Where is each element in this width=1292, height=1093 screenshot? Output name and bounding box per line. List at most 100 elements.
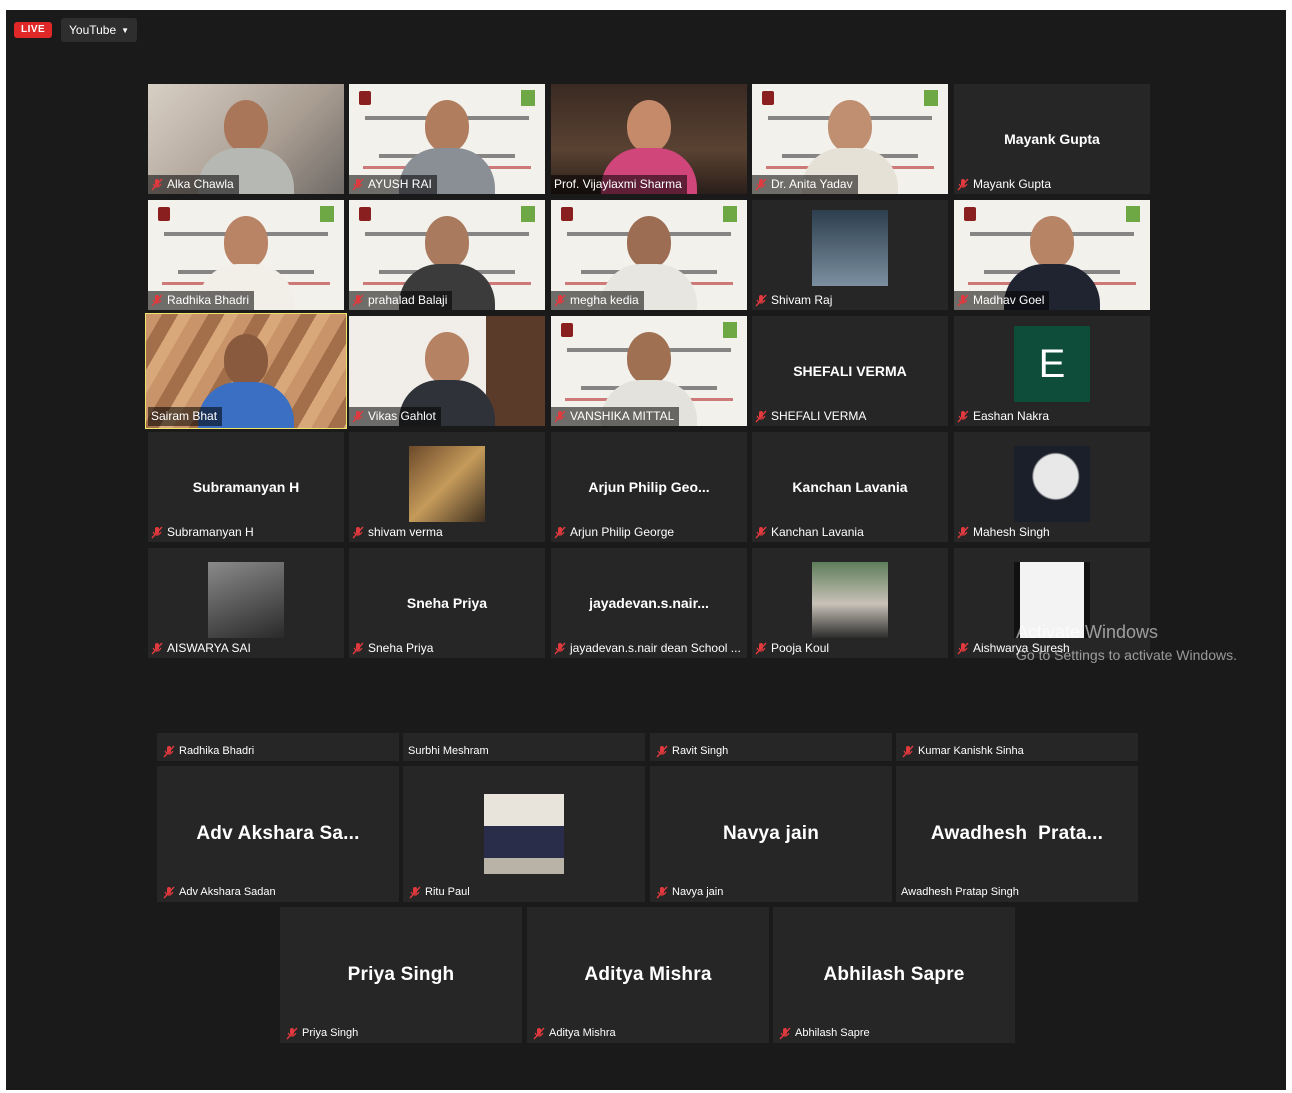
participant-display-name: Subramanyan H bbox=[192, 479, 300, 495]
windows-activation-subtitle: Go to Settings to activate Windows. bbox=[1016, 647, 1237, 663]
participant-tile[interactable]: Arjun Philip Geo... Arjun Philip George bbox=[551, 432, 747, 542]
muted-mic-icon bbox=[352, 526, 364, 539]
participant-display-name: Awadhesh Prata... bbox=[930, 823, 1104, 844]
muted-mic-icon bbox=[352, 178, 364, 191]
participant-name-label: Radhika Bhadri bbox=[148, 291, 255, 310]
chevron-down-icon: ▼ bbox=[121, 26, 130, 35]
participant-tile[interactable]: Aditya Mishra Aditya Mishra bbox=[527, 907, 769, 1043]
participant-name-label: Priya Singh bbox=[283, 1024, 363, 1043]
participant-name-label: Vikas Gahlot bbox=[349, 407, 441, 426]
participant-tile[interactable]: Mahesh Singh bbox=[954, 432, 1150, 542]
muted-mic-icon bbox=[352, 642, 364, 655]
participant-name-label: jayadevan.s.nair dean School ... bbox=[551, 639, 746, 658]
participant-tile[interactable]: Alka Chawla bbox=[148, 84, 344, 194]
participant-display-name: Mayank Gupta bbox=[1004, 131, 1100, 147]
participant-photo bbox=[812, 210, 888, 286]
muted-mic-icon bbox=[957, 642, 969, 655]
windows-activation-title: Activate Windows bbox=[1016, 622, 1159, 642]
participant-name-label: Prof. Vijaylaxmi Sharma bbox=[551, 175, 687, 194]
participant-tile[interactable]: shivam verma bbox=[349, 432, 545, 542]
participant-tile[interactable]: SHEFALI VERMA SHEFALI VERMA bbox=[752, 316, 948, 426]
participant-tile[interactable]: E Eashan Nakra bbox=[954, 316, 1150, 426]
participant-name-label: Eashan Nakra bbox=[954, 407, 1054, 426]
participant-name-label: Alka Chawla bbox=[148, 175, 239, 194]
participant-tile[interactable]: Ritu Paul bbox=[403, 766, 645, 902]
participant-photo bbox=[208, 562, 284, 638]
participant-tile[interactable]: Dr. Anita Yadav bbox=[752, 84, 948, 194]
participant-name-label: Ravit Singh bbox=[653, 742, 733, 761]
participant-tile-active-speaker[interactable]: Sairam Bhat bbox=[145, 313, 347, 429]
participant-tile[interactable]: Kanchan Lavania Kanchan Lavania bbox=[752, 432, 948, 542]
participant-display-name: Arjun Philip Geo... bbox=[588, 479, 710, 495]
muted-mic-icon bbox=[656, 886, 668, 899]
participant-tile[interactable]: AISWARYA SAI bbox=[148, 548, 344, 658]
participant-name-label: megha kedia bbox=[551, 291, 644, 310]
muted-mic-icon bbox=[352, 410, 364, 423]
participant-name-label: Adv Akshara Sadan bbox=[160, 883, 281, 902]
muted-mic-icon bbox=[163, 886, 175, 899]
muted-mic-icon bbox=[554, 526, 566, 539]
participant-tile[interactable]: jayadevan.s.nair... jayadevan.s.nair dea… bbox=[551, 548, 747, 658]
participant-name-label: Madhav Goel bbox=[954, 291, 1050, 310]
participant-strip-tile[interactable]: Kumar Kanishk Sinha bbox=[896, 733, 1138, 761]
participant-tile[interactable]: Vikas Gahlot bbox=[349, 316, 545, 426]
participant-tile[interactable]: Radhika Bhadri bbox=[148, 200, 344, 310]
muted-mic-icon bbox=[755, 294, 767, 307]
participant-tile[interactable]: AYUSH RAI bbox=[349, 84, 545, 194]
muted-mic-icon bbox=[151, 294, 163, 307]
participant-tile[interactable]: Adv Akshara Sa... Adv Akshara Sadan bbox=[157, 766, 399, 902]
participant-tile[interactable]: Priya Singh Priya Singh bbox=[280, 907, 522, 1043]
participant-tile[interactable]: Shivam Raj bbox=[752, 200, 948, 310]
muted-mic-icon bbox=[755, 178, 767, 191]
participant-tile[interactable]: prahalad Balaji bbox=[349, 200, 545, 310]
muted-mic-icon bbox=[957, 178, 969, 191]
participant-name-label: Radhika Bhadri bbox=[160, 742, 259, 761]
participant-name-label: Abhilash Sapre bbox=[776, 1024, 875, 1043]
participant-name-label: prahalad Balaji bbox=[349, 291, 453, 310]
muted-mic-icon bbox=[409, 886, 421, 899]
participant-name-label: Awadhesh Pratap Singh bbox=[901, 886, 1019, 898]
muted-mic-icon bbox=[957, 410, 969, 423]
participant-tile[interactable]: Madhav Goel bbox=[954, 200, 1150, 310]
participant-photo bbox=[812, 562, 888, 638]
participant-tile[interactable]: Abhilash Sapre Abhilash Sapre bbox=[773, 907, 1015, 1043]
muted-mic-icon bbox=[163, 745, 175, 758]
participant-display-name: SHEFALI VERMA bbox=[793, 363, 907, 379]
participant-tile[interactable]: Sneha Priya Sneha Priya bbox=[349, 548, 545, 658]
participant-strip-tile[interactable]: Radhika Bhadri bbox=[157, 733, 399, 761]
muted-mic-icon bbox=[533, 1027, 545, 1040]
muted-mic-icon bbox=[957, 526, 969, 539]
participant-tile[interactable]: Navya jain Navya jain bbox=[650, 766, 892, 902]
participant-tile[interactable]: Subramanyan H Subramanyan H bbox=[148, 432, 344, 542]
participant-name-label: Arjun Philip George bbox=[551, 523, 679, 542]
muted-mic-icon bbox=[554, 294, 566, 307]
live-badge[interactable]: LIVE bbox=[14, 22, 53, 38]
participant-tile[interactable]: Prof. Vijaylaxmi Sharma bbox=[551, 84, 747, 194]
participant-name-label: Ritu Paul bbox=[406, 883, 475, 902]
participant-photo bbox=[1014, 446, 1090, 522]
participant-display-name: Priya Singh bbox=[347, 964, 455, 985]
participant-tile[interactable]: Mayank Gupta Mayank Gupta bbox=[954, 84, 1150, 194]
meeting-window: LIVE YouTube ▼ Alka Chawla AYUSH RAI Prof… bbox=[6, 10, 1286, 1090]
youtube-stream-button[interactable]: YouTube ▼ bbox=[61, 18, 138, 42]
participant-name-label: shivam verma bbox=[349, 523, 448, 542]
participant-name-label: Dr. Anita Yadav bbox=[752, 175, 858, 194]
participant-photo bbox=[484, 794, 564, 874]
muted-mic-icon bbox=[352, 294, 364, 307]
participant-display-name: Sneha Priya bbox=[406, 595, 488, 611]
participant-strip-tile[interactable]: Ravit Singh bbox=[650, 733, 892, 761]
participant-name-label: Mayank Gupta bbox=[954, 175, 1056, 194]
participant-tile[interactable]: megha kedia bbox=[551, 200, 747, 310]
participant-tile[interactable]: Pooja Koul bbox=[752, 548, 948, 658]
participant-name-label: Sneha Priya bbox=[349, 639, 438, 658]
participant-name-label: Mahesh Singh bbox=[954, 523, 1055, 542]
youtube-stream-label: YouTube bbox=[69, 23, 117, 37]
participant-name-label: Navya jain bbox=[653, 883, 728, 902]
muted-mic-icon bbox=[755, 642, 767, 655]
participant-strip-tile[interactable]: Surbhi Meshram bbox=[403, 733, 645, 761]
participant-name-label: Surbhi Meshram bbox=[408, 745, 489, 757]
participant-tile[interactable]: VANSHIKA MITTAL bbox=[551, 316, 747, 426]
participant-name-label: Kanchan Lavania bbox=[752, 523, 869, 542]
participant-name-label: AYUSH RAI bbox=[349, 175, 437, 194]
participant-tile[interactable]: Awadhesh Prata... Awadhesh Pratap Singh bbox=[896, 766, 1138, 902]
